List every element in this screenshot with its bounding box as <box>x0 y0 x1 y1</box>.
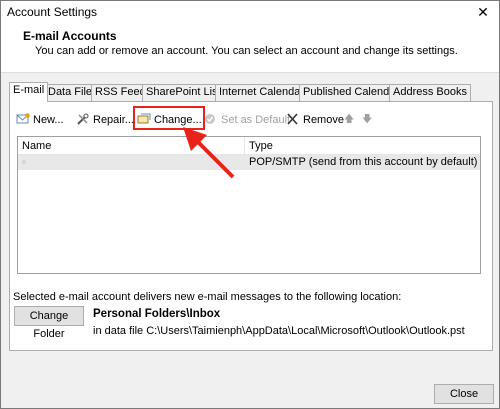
arrow-up-icon: 🡅 <box>344 114 355 125</box>
location-description: Selected e-mail account delivers new e-m… <box>13 291 402 303</box>
change-button-label: Change... <box>154 114 202 126</box>
tab-email[interactable]: E-mail <box>9 82 49 102</box>
folder-path: in data file C:\Users\Taimienph\AppData\… <box>93 325 465 337</box>
header-title: E-mail Accounts <box>23 29 117 43</box>
close-icon[interactable]: ✕ <box>471 3 495 21</box>
change-folder-button[interactable]: Change Folder <box>14 306 84 340</box>
column-name-header[interactable]: Name <box>22 140 51 152</box>
remove-button[interactable]: Remove <box>286 110 344 130</box>
column-separator <box>244 137 245 155</box>
account-toolbar: New... Repair... Change... Set as Defaul… <box>16 106 486 130</box>
folder-name: Personal Folders\Inbox <box>93 308 221 320</box>
set-as-default-label: Set as Default <box>221 114 291 126</box>
tab-address-books[interactable]: Address Books <box>389 84 471 101</box>
arrow-down-icon: 🡇 <box>362 114 373 125</box>
dialog-header: E-mail Accounts You can add or remove an… <box>1 23 499 73</box>
account-name-cell <box>22 160 26 164</box>
change-account-icon <box>137 112 151 124</box>
check-circle-icon <box>204 112 218 124</box>
remove-button-label: Remove <box>303 114 344 126</box>
title-bar: Account Settings ✕ <box>1 1 499 23</box>
new-button-label: New... <box>33 114 64 126</box>
change-button[interactable]: Change... <box>137 110 202 130</box>
tools-icon <box>76 112 90 125</box>
new-account-icon <box>16 112 30 124</box>
move-down-button[interactable]: 🡇 <box>362 110 372 130</box>
repair-button[interactable]: Repair... <box>76 110 134 130</box>
close-button[interactable]: Close <box>434 384 494 404</box>
list-header: Name Type <box>18 137 480 155</box>
account-row[interactable]: POP/SMTP (send from this account by defa… <box>18 155 480 170</box>
move-up-button[interactable]: 🡅 <box>344 110 354 130</box>
new-button[interactable]: New... <box>16 110 64 130</box>
column-type-header[interactable]: Type <box>249 140 273 152</box>
account-type-cell: POP/SMTP (send from this account by defa… <box>249 156 478 168</box>
set-as-default-button[interactable]: Set as Default <box>204 110 290 130</box>
header-description: You can add or remove an account. You ca… <box>35 45 458 57</box>
remove-x-icon <box>286 112 300 125</box>
account-list: Name Type POP/SMTP (send from this accou… <box>17 136 481 274</box>
account-settings-dialog: Account Settings ✕ E-mail Accounts You c… <box>0 0 500 409</box>
repair-button-label: Repair... <box>93 114 134 126</box>
tab-strip: E-mail Data Files RSS Feeds SharePoint L… <box>9 82 493 102</box>
window-title: Account Settings <box>7 5 98 19</box>
